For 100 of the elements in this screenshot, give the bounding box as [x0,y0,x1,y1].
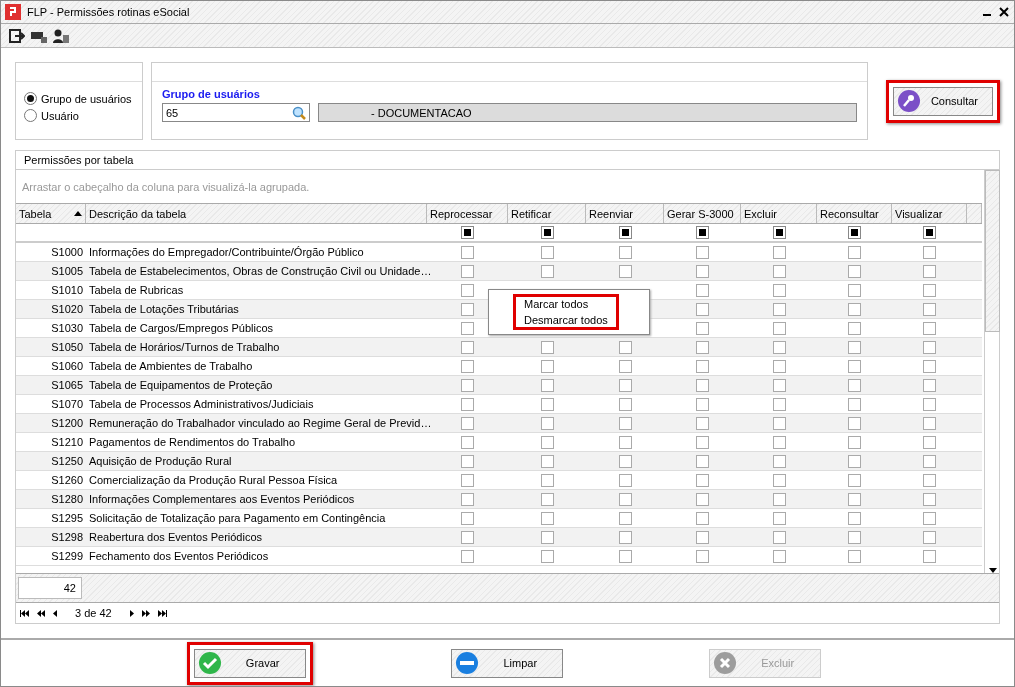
checkbox[interactable] [540,378,554,392]
code-field[interactable]: 65 [162,103,310,122]
checkbox[interactable] [848,245,861,259]
next-page-icon[interactable] [141,609,150,617]
checkbox[interactable] [772,245,786,259]
checkbox[interactable] [923,435,936,449]
checkbox[interactable] [540,473,554,487]
select-all-checkbox[interactable] [618,226,632,239]
checkbox[interactable] [696,435,709,449]
checkbox[interactable] [618,416,632,430]
select-all-checkbox[interactable] [461,226,474,239]
checkbox[interactable] [772,378,786,392]
user-icon[interactable] [53,27,69,44]
checkbox[interactable] [772,454,786,468]
checkbox[interactable] [772,264,786,278]
checkbox[interactable] [848,511,861,525]
checkbox[interactable] [540,264,554,278]
select-all-checkbox[interactable] [923,226,936,239]
checkbox[interactable] [848,359,861,373]
checkbox[interactable] [618,397,632,411]
checkbox[interactable] [696,454,709,468]
checkbox[interactable] [461,435,474,449]
checkbox[interactable] [848,416,861,430]
checkbox[interactable] [461,530,474,544]
previous-icon[interactable] [53,609,57,617]
checkbox[interactable] [848,492,861,506]
checkbox[interactable] [848,397,861,411]
checkbox[interactable] [461,454,474,468]
column-header[interactable]: Tabela [16,204,86,223]
checkbox[interactable] [848,340,861,354]
next-icon[interactable] [129,609,134,617]
checkbox[interactable] [923,473,936,487]
checkbox[interactable] [923,549,936,563]
checkbox[interactable] [848,283,861,297]
checkbox[interactable] [696,378,709,392]
column-header[interactable]: Descrição da tabela [86,204,427,223]
checkbox[interactable] [923,530,936,544]
checkbox[interactable] [618,435,632,449]
checkbox[interactable] [696,321,709,335]
column-header[interactable]: Reconsultar [817,204,892,223]
checkbox[interactable] [461,340,474,354]
column-header[interactable]: Visualizar [892,204,967,223]
checkbox[interactable] [696,359,709,373]
menu-item[interactable]: Desmarcar todos [524,314,608,326]
checkbox[interactable] [696,492,709,506]
checkbox[interactable] [772,302,786,316]
checkbox[interactable] [461,283,474,297]
column-header[interactable]: Reenviar [586,204,664,223]
checkbox[interactable] [772,340,786,354]
checkbox[interactable] [923,378,936,392]
checkbox[interactable] [923,302,936,316]
checkbox[interactable] [848,473,861,487]
checkbox[interactable] [461,264,474,278]
checkbox[interactable] [461,302,474,316]
checkbox[interactable] [696,264,709,278]
select-all-checkbox[interactable] [540,226,554,239]
checkbox[interactable] [848,321,861,335]
checkbox[interactable] [461,473,474,487]
checkbox[interactable] [848,549,861,563]
search-icon[interactable] [292,105,306,120]
checkbox[interactable] [461,511,474,525]
checkbox[interactable] [461,397,474,411]
checkbox[interactable] [923,340,936,354]
menu-item[interactable]: Marcar todos [524,298,608,310]
checkbox[interactable] [772,435,786,449]
checkbox[interactable] [696,530,709,544]
checkbox[interactable] [696,245,709,259]
scrollbar[interactable] [984,170,1000,573]
checkbox[interactable] [923,416,936,430]
checkbox[interactable] [772,549,786,563]
checkbox[interactable] [848,264,861,278]
radio-button[interactable] [24,92,37,105]
checkbox[interactable] [772,397,786,411]
close-icon[interactable] [998,6,1010,18]
checkbox[interactable] [618,492,632,506]
checkbox[interactable] [923,321,936,335]
checkbox[interactable] [618,359,632,373]
last-page-icon[interactable] [157,609,167,617]
column-header[interactable]: Gerar S-3000 [664,204,741,223]
checkbox[interactable] [461,359,474,373]
checkbox[interactable] [618,245,632,259]
checkbox[interactable] [618,530,632,544]
checkbox[interactable] [618,378,632,392]
checkbox[interactable] [461,416,474,430]
exit-icon[interactable] [9,27,25,44]
previous-page-icon[interactable] [37,609,45,617]
checkbox[interactable] [772,416,786,430]
checkbox[interactable] [923,492,936,506]
checkbox[interactable] [618,264,632,278]
clear-button[interactable]: Limpar [451,648,564,678]
save-button[interactable]: Gravar [193,648,306,678]
checkbox[interactable] [696,283,709,297]
checkbox[interactable] [540,245,554,259]
checkbox[interactable] [772,359,786,373]
checkbox[interactable] [540,511,554,525]
checkbox[interactable] [923,283,936,297]
checkbox[interactable] [848,378,861,392]
checkbox[interactable] [923,264,936,278]
checkbox[interactable] [696,511,709,525]
column-header[interactable]: Retificar [508,204,586,223]
